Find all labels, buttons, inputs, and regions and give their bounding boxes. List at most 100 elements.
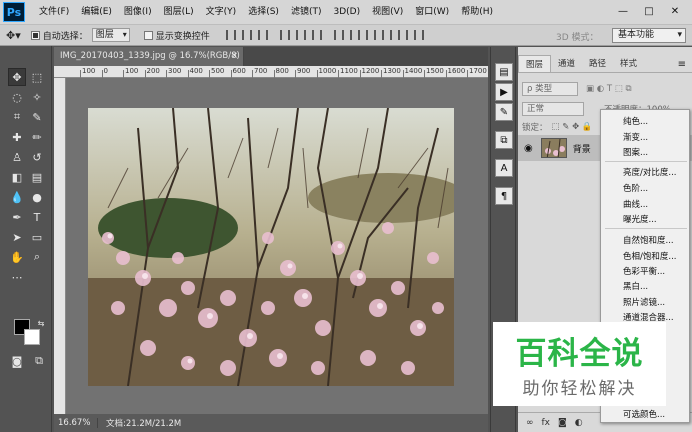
clone-stamp-tool-icon[interactable]: ♙ [8,148,26,166]
lock-icons[interactable]: ⬚ ✎ ✥ 🔒 [552,122,593,132]
align-vcenter-icon[interactable] [241,30,252,40]
maximize-button[interactable]: □ [636,0,662,22]
ruler-tick-label: 1300 [383,67,401,75]
menu-item-color-balance[interactable]: 色彩平衡... [623,265,665,277]
canvas-area[interactable] [66,78,488,414]
menu-edit[interactable]: 编辑(E) [75,0,118,24]
align-top-icon[interactable] [225,30,236,40]
default-colors-icon[interactable] [8,308,26,326]
brush-tool-icon[interactable]: ✏ [28,128,46,146]
layer-name[interactable]: 背景 [573,142,591,155]
history-panel-icon[interactable]: ▤ [495,63,513,81]
screen-mode-icon[interactable]: ⧉ [30,352,48,370]
swap-colors-icon[interactable]: ⇆ [32,314,50,332]
quick-mask-icon[interactable]: ◙ [8,352,26,370]
layer-style-icon[interactable]: fx [542,418,551,428]
minimize-button[interactable]: — [610,0,636,22]
align-hcenter-icon[interactable] [295,30,306,40]
menu-item-selective-color[interactable]: 可选颜色... [623,408,665,420]
menu-image[interactable]: 图像(I) [118,0,158,24]
link-layers-icon[interactable]: ∞ [526,418,534,428]
menu-item-pattern[interactable]: 图案... [623,146,648,158]
menu-help[interactable]: 帮助(H) [455,0,499,24]
ruler-tick [144,70,146,78]
tab-layers[interactable]: 图层 [518,55,552,72]
menu-filter[interactable]: 滤镜(T) [285,0,328,24]
blend-mode-dropdown[interactable]: 正常 [522,102,584,116]
blur-tool-icon[interactable]: 💧 [8,188,26,206]
type-tool-icon[interactable]: T [28,208,46,226]
filter-pixel-icon[interactable]: ▣ ◐ T ⬚ ⧉ [586,84,632,94]
align-right-icon[interactable] [311,30,322,40]
lasso-tool-icon[interactable]: ◌ [8,88,26,106]
ruler-tick [166,70,167,78]
add-mask-icon[interactable]: ◙ [558,418,567,428]
move-tool-icon[interactable]: ✥▾ [6,29,21,42]
menu-file[interactable]: 文件(F) [33,0,75,24]
gradient-tool-icon[interactable]: ▤ [28,168,46,186]
visibility-eye-icon[interactable]: ◉ [524,143,533,154]
menu-item-vibrance[interactable]: 自然饱和度... [623,234,674,246]
auto-select-dropdown[interactable]: 图层 [91,28,130,42]
pen-tool-icon[interactable]: ✒ [8,208,26,226]
swatches-panel-icon[interactable]: ⧉ [495,131,513,149]
menu-3d[interactable]: 3D(D) [327,0,366,24]
show-transform-checkbox[interactable] [143,30,153,40]
tab-channels[interactable]: 通道 [551,55,582,72]
menu-item-black-white[interactable]: 黑白... [623,280,648,292]
adjustment-layer-icon[interactable]: ◐ [575,418,583,428]
hand-tool-icon[interactable]: ✋ [8,248,26,266]
menu-item-solid-color[interactable]: 纯色... [623,115,648,127]
align-left-icon[interactable] [279,30,290,40]
more-tools-icon[interactable]: ⋯ [8,268,26,286]
menu-item-brightness-contrast[interactable]: 亮度/对比度... [623,166,676,178]
dodge-tool-icon[interactable]: ● [28,188,46,206]
paragraph-panel-icon[interactable]: ¶ [495,187,513,205]
tab-styles[interactable]: 样式 [613,55,644,72]
character-panel-icon[interactable]: A [495,159,513,177]
menu-item-exposure[interactable]: 曝光度... [623,213,657,225]
healing-brush-tool-icon[interactable]: ✚ [8,128,26,146]
eraser-tool-icon[interactable]: ◧ [8,168,26,186]
move-tool-icon[interactable]: ✥ [8,68,26,86]
menu-item-levels[interactable]: 色阶... [623,182,648,194]
menu-item-photo-filter[interactable]: 照片滤镜... [623,296,665,308]
zoom-level[interactable]: 16.67% [54,418,98,428]
properties-panel-icon[interactable]: ✎ [495,103,513,121]
workspace-dropdown[interactable]: 基本功能 [612,28,686,43]
distribute-left-icon[interactable] [381,30,392,40]
document-tab[interactable]: IMG_20170403_1339.jpg @ 16.7%(RGB/8) × [54,47,244,66]
menu-item-curves[interactable]: 曲线... [623,198,648,210]
auto-select-checkbox[interactable] [30,30,40,40]
actions-panel-icon[interactable]: ▶ [495,83,513,101]
align-bottom-icon[interactable] [257,30,268,40]
tab-paths[interactable]: 路径 [582,55,613,72]
crop-tool-icon[interactable]: ⌗ [8,108,26,126]
menu-item-hue-saturation[interactable]: 色相/饱和度... [623,250,676,262]
shape-tool-icon[interactable]: ▭ [28,228,46,246]
kind-filter-dropdown[interactable]: ρ 类型 [522,82,578,96]
eyedropper-tool-icon[interactable]: ✎ [28,108,46,126]
distribute-top-icon[interactable] [333,30,344,40]
zoom-tool-icon[interactable]: ⌕ [28,248,46,266]
distribute-right-icon[interactable] [413,30,424,40]
path-selection-tool-icon[interactable]: ➤ [8,228,26,246]
distribute-vcenter-icon[interactable] [349,30,360,40]
menu-layer[interactable]: 图层(L) [158,0,200,24]
distribute-bottom-icon[interactable] [365,30,376,40]
close-icon[interactable]: × [231,47,238,66]
menu-window[interactable]: 窗口(W) [409,0,455,24]
panel-menu-icon[interactable]: ≡ [678,59,686,70]
menu-separator [605,228,687,229]
menu-type[interactable]: 文字(Y) [200,0,243,24]
menu-item-gradient[interactable]: 渐变... [623,131,648,143]
magic-wand-tool-icon[interactable]: ✧ [28,88,46,106]
ruler-tick [123,70,124,78]
distribute-hcenter-icon[interactable] [397,30,408,40]
document-image[interactable] [88,108,454,386]
close-button[interactable]: ✕ [662,0,688,22]
menu-select[interactable]: 选择(S) [242,0,285,24]
marquee-tool-icon[interactable]: ⬚ [28,68,46,86]
history-brush-tool-icon[interactable]: ↺ [28,148,46,166]
menu-view[interactable]: 视图(V) [366,0,409,24]
